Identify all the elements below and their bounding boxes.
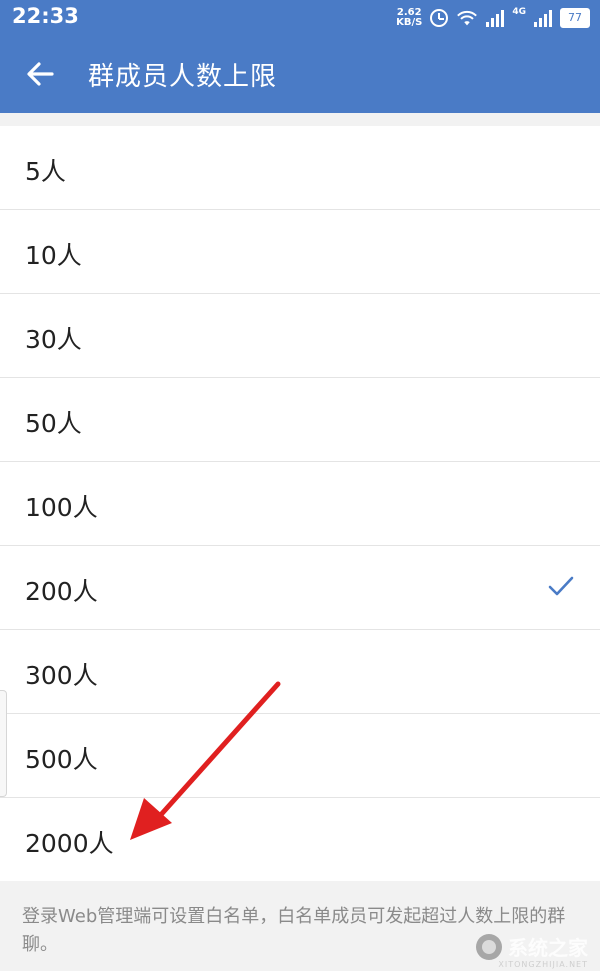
option-row-10[interactable]: 10人 [0, 210, 600, 294]
status-bar: 22:33 2.62 KB/S 4G 77 [0, 0, 600, 36]
member-limit-options: 5人 10人 30人 50人 100人 200人 300人 500人 2000人 [0, 126, 600, 881]
wifi-icon [457, 10, 478, 26]
net-speed-unit: KB/S [396, 17, 423, 28]
watermark: 系统之家 [476, 932, 588, 961]
net-speed: 2.62 KB/S [396, 8, 422, 28]
option-row-500[interactable]: 500人 [0, 714, 600, 798]
signal-icon [486, 9, 505, 27]
watermark-text: 系统之家 [508, 936, 588, 960]
option-label: 5人 [25, 157, 66, 186]
option-label: 50人 [25, 409, 82, 438]
option-label: 100人 [25, 493, 98, 522]
status-time: 22:33 [12, 4, 79, 28]
watermark-logo-icon [476, 933, 502, 960]
back-arrow-icon [27, 62, 54, 86]
signal-icon-secondary [534, 9, 552, 27]
page-title: 群成员人数上限 [88, 62, 278, 92]
app-header: 22:33 2.62 KB/S 4G 77 群成员人数上限 [0, 0, 600, 113]
status-icons: 2.62 KB/S 4G 77 [396, 4, 590, 32]
check-icon [548, 576, 574, 596]
option-row-5[interactable]: 5人 [0, 126, 600, 210]
option-row-2000[interactable]: 2000人 [0, 798, 600, 881]
option-label: 2000人 [25, 829, 114, 858]
option-row-50[interactable]: 50人 [0, 378, 600, 462]
option-label: 500人 [25, 745, 98, 774]
back-button[interactable] [18, 52, 62, 96]
edge-handle[interactable] [0, 690, 7, 797]
battery-indicator: 77 [560, 8, 590, 28]
option-label: 30人 [25, 325, 82, 354]
option-label: 300人 [25, 661, 98, 690]
alarm-icon [430, 9, 449, 27]
watermark-subtext: XITONGZHIJIA.NET [498, 960, 588, 969]
option-label: 10人 [25, 241, 82, 270]
option-label: 200人 [25, 577, 98, 606]
option-row-30[interactable]: 30人 [0, 294, 600, 378]
option-row-300[interactable]: 300人 [0, 630, 600, 714]
option-row-100[interactable]: 100人 [0, 462, 600, 546]
network-type: 4G [512, 7, 526, 17]
annotation-arrow [130, 681, 281, 840]
option-row-200[interactable]: 200人 [0, 546, 600, 630]
